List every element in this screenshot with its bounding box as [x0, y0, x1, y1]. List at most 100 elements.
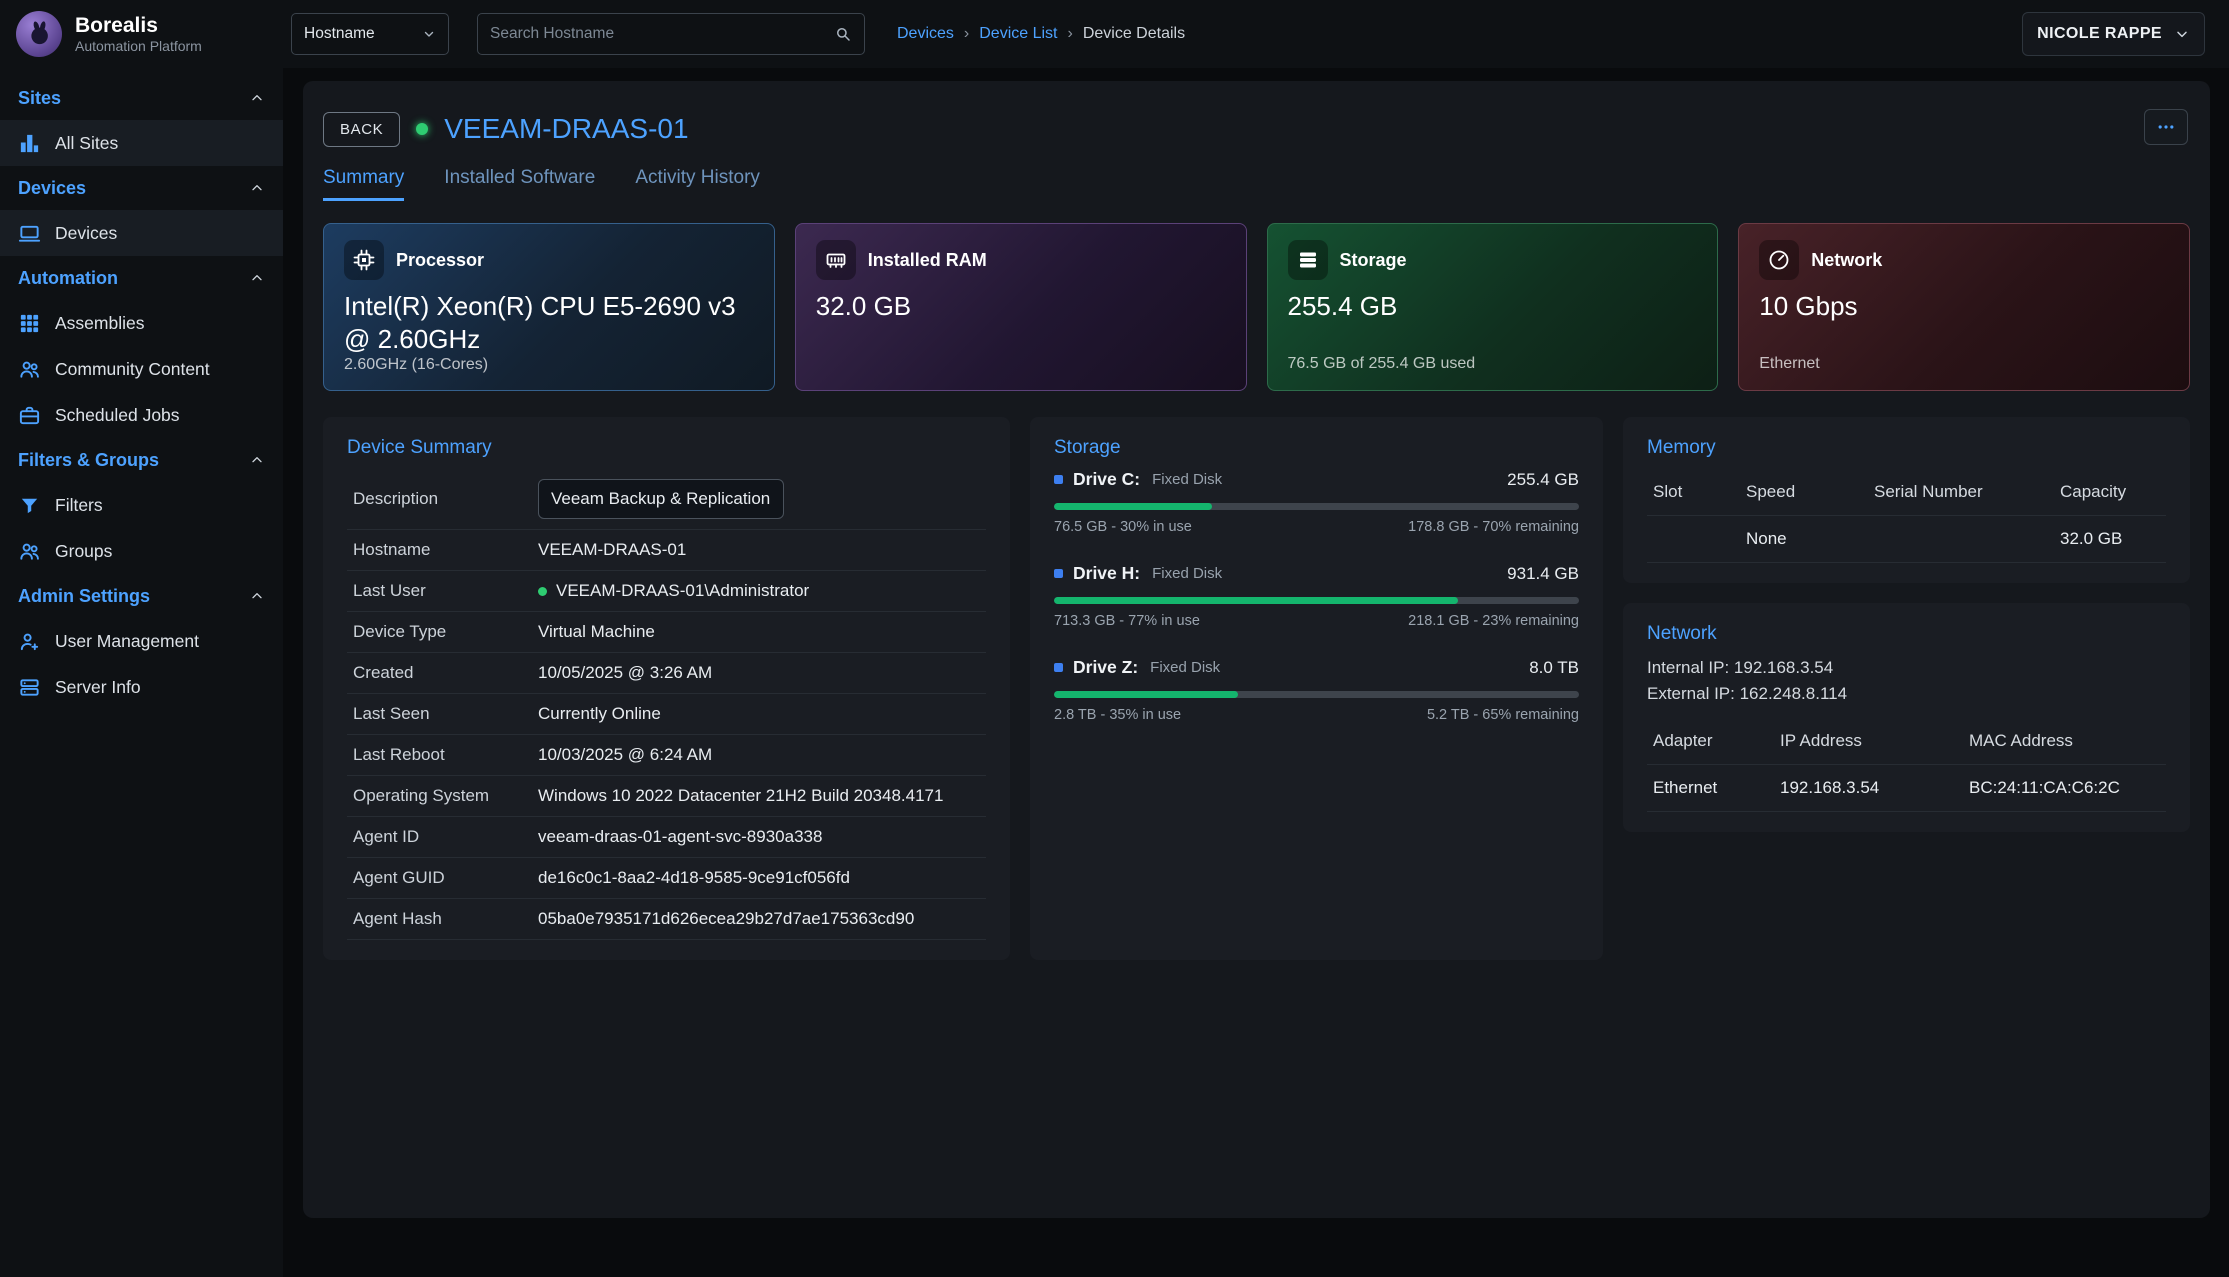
network-panel: Network Internal IP: 192.168.3.54 Extern…: [1623, 603, 2190, 832]
summary-label: Agent Hash: [353, 909, 538, 929]
search-input[interactable]: [490, 25, 834, 43]
breadcrumb-separator: ›: [1067, 25, 1072, 43]
summary-label: Created: [353, 663, 538, 683]
sidebar-section-automation[interactable]: Automation: [0, 256, 283, 300]
drive-type: Fixed Disk: [1152, 565, 1222, 582]
sidebar-section-sites[interactable]: Sites: [0, 76, 283, 120]
chevron-up-icon: [249, 270, 265, 286]
sidebar-item-label: All Sites: [55, 133, 118, 154]
drive-usage-bar: [1054, 691, 1579, 698]
card-value: 32.0 GB: [816, 290, 1226, 323]
brand-name: Borealis: [75, 14, 202, 38]
drive-name: Drive C:: [1073, 469, 1140, 490]
sidebar-item-devices[interactable]: Devices: [0, 210, 283, 256]
chevron-up-icon: [249, 588, 265, 604]
sidebar-item-server-info[interactable]: Server Info: [0, 664, 283, 710]
summary-rows-bottom: Device Type Virtual Machine Created 10/0…: [347, 612, 986, 940]
memory-serial: [1874, 529, 2060, 549]
breadcrumb-devices[interactable]: Devices: [897, 25, 954, 43]
summary-label: Description: [353, 489, 538, 509]
card-title: Processor: [396, 250, 484, 271]
sidebar-section-devices[interactable]: Devices: [0, 166, 283, 210]
breadcrumb-device-list[interactable]: Device List: [979, 25, 1057, 43]
sidebar-section-admin-settings[interactable]: Admin Settings: [0, 574, 283, 618]
memory-slot: [1653, 529, 1746, 549]
more-actions-button[interactable]: [2144, 109, 2188, 145]
sidebar-item-assemblies[interactable]: Assemblies: [0, 300, 283, 346]
detail-panels: Device Summary Description Hostname VEEA…: [323, 417, 2190, 960]
drive-remaining: 178.8 GB - 70% remaining: [1408, 519, 1579, 535]
ram-card: Installed RAM 32.0 GB: [795, 223, 1247, 391]
sidebar-section-filters-groups[interactable]: Filters & Groups: [0, 438, 283, 482]
panel-title: Device Summary: [347, 437, 986, 459]
section-label: Devices: [18, 178, 86, 199]
drive-header: Drive C: Fixed Disk 255.4 GB: [1054, 469, 1579, 490]
section-label: Automation: [18, 268, 118, 289]
drive-remaining: 5.2 TB - 65% remaining: [1427, 707, 1579, 723]
drive-header: Drive H: Fixed Disk 931.4 GB: [1054, 563, 1579, 584]
sidebar-item-filters[interactable]: Filters: [0, 482, 283, 528]
sidebar-item-groups[interactable]: Groups: [0, 528, 283, 574]
memory-table-header: Slot Speed Serial Number Capacity: [1647, 469, 2166, 516]
groups-icon: [18, 540, 41, 563]
card-footer: Ethernet: [1759, 355, 2169, 374]
column-header: Slot: [1653, 482, 1746, 502]
filter-icon: [18, 494, 41, 517]
summary-row: Agent Hash 05ba0e7935171d626ecea29b27d7a…: [347, 899, 986, 940]
hostname-filter-dropdown[interactable]: Hostname: [291, 13, 449, 55]
drive-used: 2.8 TB - 35% in use: [1054, 707, 1181, 723]
back-button[interactable]: BACK: [323, 112, 400, 147]
summary-value: 10/05/2025 @ 3:26 AM: [538, 663, 980, 683]
card-footer: [816, 355, 1226, 374]
sidebar-item-label: Server Info: [55, 677, 141, 698]
tab-installed-software[interactable]: Installed Software: [444, 167, 595, 201]
dropdown-value: Hostname: [304, 25, 375, 43]
summary-value: 05ba0e7935171d626ecea29b27d7ae175363cd90: [538, 909, 980, 929]
summary-value: 10/03/2025 @ 6:24 AM: [538, 745, 980, 765]
cpu-icon: [344, 240, 384, 280]
drive-usage-bar: [1054, 503, 1579, 510]
user-menu-button[interactable]: NICOLE RAPPE: [2022, 12, 2205, 56]
description-input[interactable]: [538, 479, 784, 519]
stat-cards: Processor Intel(R) Xeon(R) CPU E5-2690 v…: [323, 223, 2190, 391]
device-details-panel: BACK VEEAM-DRAAS-01 Summary Installed So…: [303, 81, 2210, 1218]
sidebar-item-label: Devices: [55, 223, 117, 244]
grid-icon: [18, 312, 41, 335]
card-title: Storage: [1340, 250, 1407, 271]
page-header: BACK VEEAM-DRAAS-01: [323, 107, 2190, 151]
card-value: 10 Gbps: [1759, 290, 2169, 323]
sidebar-item-scheduled-jobs[interactable]: Scheduled Jobs: [0, 392, 283, 438]
chevron-up-icon: [249, 180, 265, 196]
summary-value: Currently Online: [538, 704, 980, 724]
drive-size: 255.4 GB: [1507, 470, 1579, 490]
card-footer: 2.60GHz (16-Cores): [344, 356, 754, 375]
sidebar-item-all-sites[interactable]: All Sites: [0, 120, 283, 166]
summary-label: Last Reboot: [353, 745, 538, 765]
summary-label: Agent GUID: [353, 868, 538, 888]
memory-speed: None: [1746, 529, 1874, 549]
summary-rows-top: Hostname VEEAM-DRAAS-01: [347, 530, 986, 571]
tab-summary[interactable]: Summary: [323, 167, 404, 201]
tab-activity-history[interactable]: Activity History: [635, 167, 760, 201]
user-name: NICOLE RAPPE: [2037, 25, 2162, 43]
summary-row: Hostname VEEAM-DRAAS-01: [347, 530, 986, 571]
sidebar-item-label: Community Content: [55, 359, 210, 380]
card-value: Intel(R) Xeon(R) CPU E5-2690 v3 @ 2.60GH…: [344, 290, 754, 356]
summary-label: Operating System: [353, 786, 538, 806]
sidebar-item-label: Assemblies: [55, 313, 144, 334]
panel-title: Network: [1647, 623, 2166, 645]
section-label: Filters & Groups: [18, 450, 159, 471]
network-table-row: Ethernet 192.168.3.54 BC:24:11:CA:C6:2C: [1647, 765, 2166, 812]
drive-type: Fixed Disk: [1150, 659, 1220, 676]
drive-usage-fill: [1054, 503, 1212, 510]
column-header: Serial Number: [1874, 482, 2060, 502]
sidebar-item-user-management[interactable]: User Management: [0, 618, 283, 664]
sidebar-item-community-content[interactable]: Community Content: [0, 346, 283, 392]
drive-bullet-icon: [1054, 569, 1063, 578]
chevron-up-icon: [249, 90, 265, 106]
network-card: Network 10 Gbps Ethernet: [1738, 223, 2190, 391]
drive-size: 931.4 GB: [1507, 564, 1579, 584]
borealis-logo-icon: [16, 11, 62, 57]
drive-name: Drive Z:: [1073, 657, 1138, 678]
card-value: 255.4 GB: [1288, 290, 1698, 323]
